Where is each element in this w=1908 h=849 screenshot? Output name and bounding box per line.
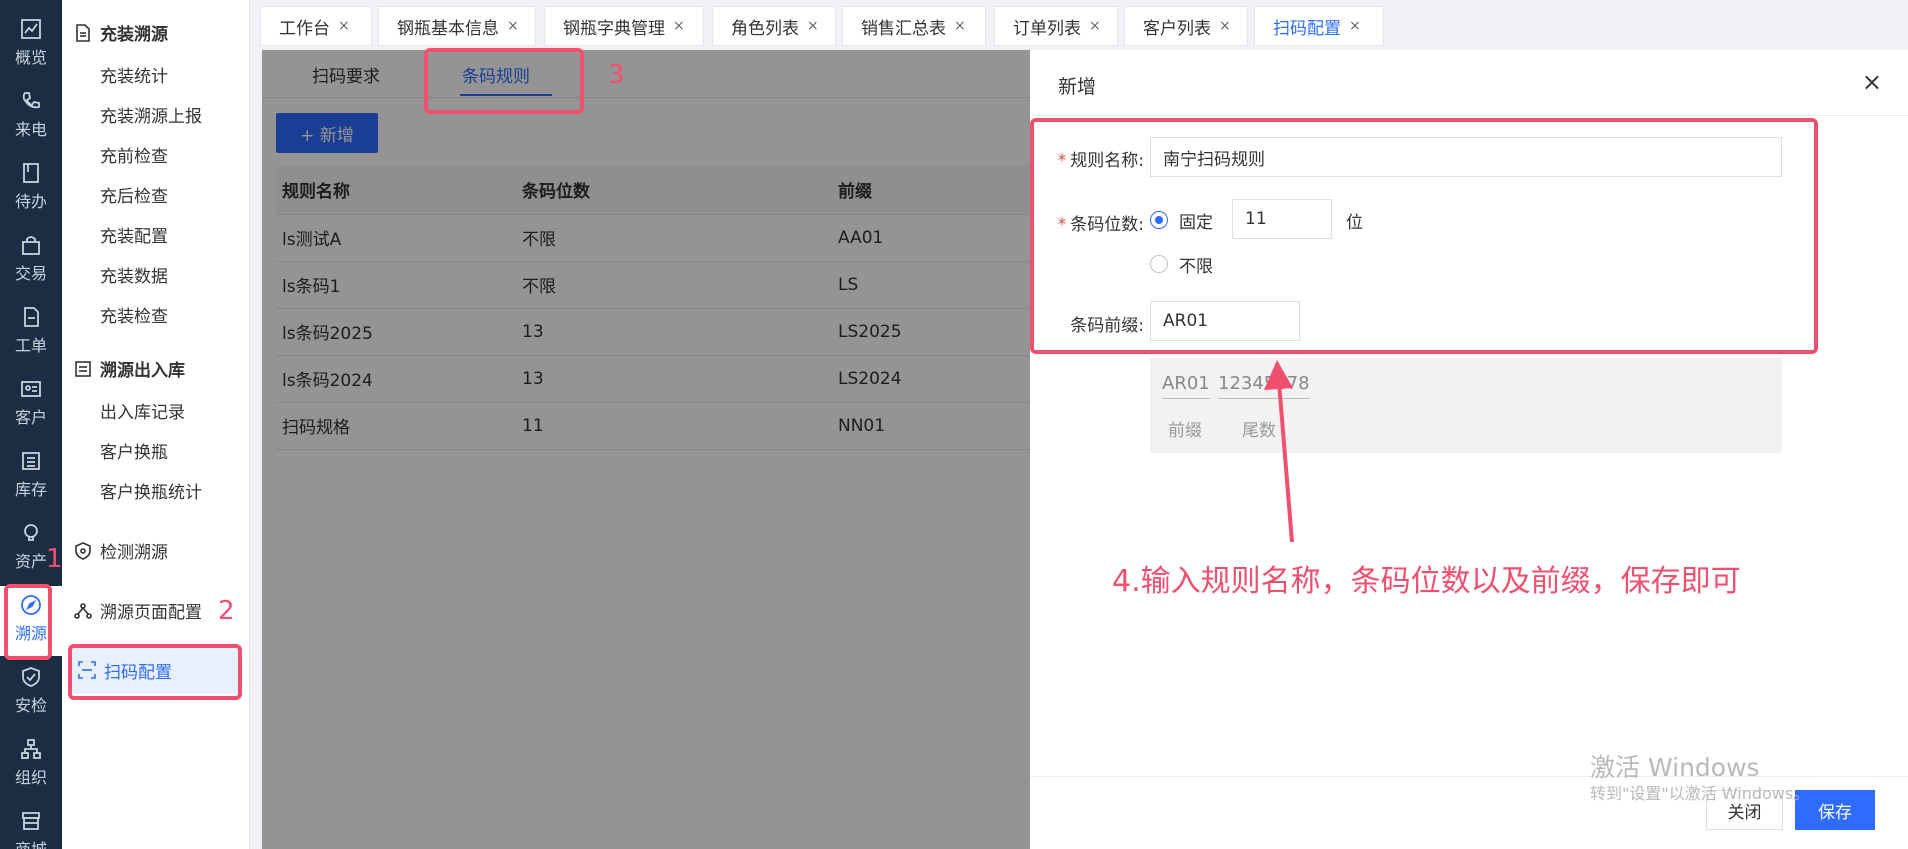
annotation-instruction: 4.输入规则名称，条码位数以及前缀，保存即可 (1112, 564, 1741, 599)
windows-watermark: 激活 Windows (1590, 753, 1760, 782)
annotation-arrow (1264, 360, 1294, 543)
windows-watermark-sub: 转到"设置"以激活 Windows。 (1590, 784, 1810, 803)
